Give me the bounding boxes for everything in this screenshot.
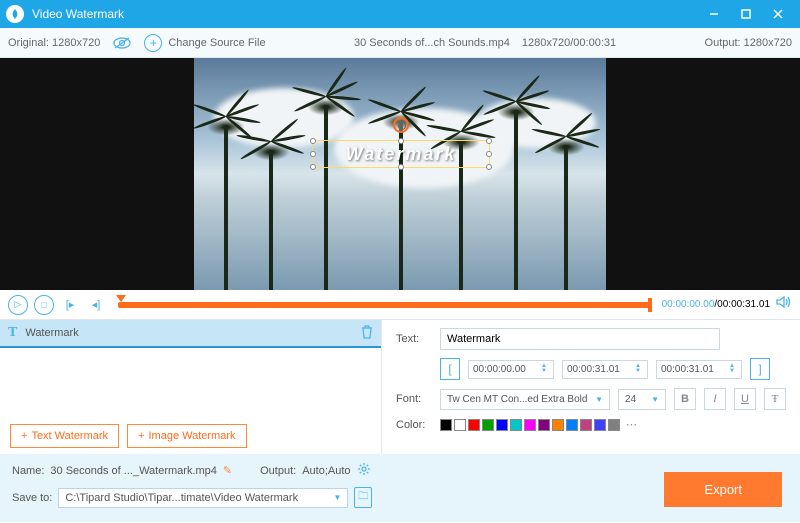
duration-input[interactable]: 00:00:31.01▲▼ xyxy=(656,360,742,379)
current-time: 00:00:00.00 xyxy=(662,299,715,310)
mark-in-button[interactable]: [▸ xyxy=(60,295,80,315)
change-source-label: Change Source File xyxy=(168,37,265,49)
browse-folder-icon[interactable]: 🗀 xyxy=(354,487,372,508)
output-label: Output: xyxy=(260,465,296,477)
color-swatch[interactable] xyxy=(524,419,536,431)
set-end-button[interactable]: ] xyxy=(750,358,770,380)
stop-button[interactable]: □ xyxy=(34,295,54,315)
footer: Name: 30 Seconds of ..._Watermark.mp4 ✎ … xyxy=(0,454,800,522)
resize-handle[interactable] xyxy=(398,164,404,170)
rotate-handle[interactable] xyxy=(393,117,409,133)
playback-bar: ▷ □ [▸ ◂] 00:00:00.00/00:00:31.01 xyxy=(0,290,800,320)
change-source-button[interactable]: + Change Source File xyxy=(144,34,265,52)
output-value: Auto;Auto xyxy=(302,465,350,477)
text-type-icon: T xyxy=(8,325,17,341)
resize-handle[interactable] xyxy=(310,151,316,157)
resize-handle[interactable] xyxy=(486,138,492,144)
start-time-input[interactable]: 00:00:00.00▲▼ xyxy=(468,360,554,379)
italic-button[interactable]: I xyxy=(704,388,726,410)
output-settings-icon[interactable] xyxy=(357,462,371,479)
time-display: 00:00:00.00/00:00:31.01 xyxy=(662,299,770,310)
color-swatch[interactable] xyxy=(580,419,592,431)
output-resolution: Output: 1280x720 xyxy=(705,37,792,49)
resize-handle[interactable] xyxy=(310,138,316,144)
titlebar: Video Watermark xyxy=(0,0,800,28)
more-colors-icon[interactable]: ⋯ xyxy=(626,418,637,431)
resize-handle[interactable] xyxy=(398,138,404,144)
underline-button[interactable]: U xyxy=(734,388,756,410)
toolbar: Original: 1280x720 + Change Source File … xyxy=(0,28,800,58)
timeline-slider[interactable] xyxy=(118,302,650,308)
bold-button[interactable]: B xyxy=(674,388,696,410)
video-preview: Watermark xyxy=(0,58,800,290)
watermark-overlay[interactable]: Watermark xyxy=(312,140,490,168)
color-swatch[interactable] xyxy=(594,419,606,431)
close-button[interactable] xyxy=(762,0,794,28)
resize-handle[interactable] xyxy=(310,164,316,170)
delete-watermark-icon[interactable] xyxy=(361,325,373,342)
toggle-preview-icon[interactable] xyxy=(110,37,134,49)
filename-label: 30 Seconds of...ch Sounds.mp4 xyxy=(354,37,510,49)
plus-icon: + xyxy=(144,34,162,52)
maximize-button[interactable] xyxy=(730,0,762,28)
watermark-item-label: Watermark xyxy=(25,327,78,339)
color-swatch[interactable] xyxy=(566,419,578,431)
video-frame[interactable]: Watermark xyxy=(194,58,606,290)
watermark-list-item[interactable]: T Watermark xyxy=(0,320,381,348)
color-swatch[interactable] xyxy=(608,419,620,431)
color-swatch[interactable] xyxy=(510,419,522,431)
set-start-button[interactable]: [ xyxy=(440,358,460,380)
color-swatch[interactable] xyxy=(538,419,550,431)
color-swatches: ⋯ xyxy=(440,418,637,431)
export-button[interactable]: Export xyxy=(664,472,782,507)
color-swatch[interactable] xyxy=(468,419,480,431)
total-time: 00:00:31.01 xyxy=(717,299,770,310)
save-path-select[interactable]: C:\Tipard Studio\Tipar...timate\Video Wa… xyxy=(58,488,348,508)
name-label: Name: xyxy=(12,465,44,477)
edit-name-icon[interactable]: ✎ xyxy=(223,464,232,477)
add-text-watermark-button[interactable]: +Text Watermark xyxy=(10,424,119,448)
color-swatch[interactable] xyxy=(482,419,494,431)
minimize-button[interactable] xyxy=(698,0,730,28)
plus-icon: + xyxy=(138,430,144,442)
resize-handle[interactable] xyxy=(486,164,492,170)
properties-panel: Text: [ 00:00:00.00▲▼ 00:00:31.01▲▼ 00:0… xyxy=(382,320,800,454)
resize-handle[interactable] xyxy=(486,151,492,157)
add-image-watermark-button[interactable]: +Image Watermark xyxy=(127,424,246,448)
saveto-label: Save to: xyxy=(12,492,52,504)
color-swatch[interactable] xyxy=(440,419,452,431)
color-swatch[interactable] xyxy=(552,419,564,431)
output-name: 30 Seconds of ..._Watermark.mp4 xyxy=(50,465,217,477)
font-size-select[interactable]: 24▼ xyxy=(618,389,666,410)
volume-icon[interactable] xyxy=(776,295,792,314)
color-label: Color: xyxy=(396,419,432,431)
plus-icon: + xyxy=(21,430,27,442)
watermark-list-panel: T Watermark +Text Watermark +Image Water… xyxy=(0,320,382,454)
original-resolution: Original: 1280x720 xyxy=(8,37,100,49)
app-logo xyxy=(6,5,24,23)
font-family-select[interactable]: Tw Cen MT Con...ed Extra Bold▼ xyxy=(440,389,610,410)
mark-out-button[interactable]: ◂] xyxy=(86,295,106,315)
play-button[interactable]: ▷ xyxy=(8,295,28,315)
watermark-text: Watermark xyxy=(346,144,457,165)
text-label: Text: xyxy=(396,333,432,345)
font-label: Font: xyxy=(396,393,432,405)
end-time-input[interactable]: 00:00:31.01▲▼ xyxy=(562,360,648,379)
color-swatch[interactable] xyxy=(454,419,466,431)
watermark-text-input[interactable] xyxy=(440,328,720,350)
strike-button[interactable]: Ŧ xyxy=(764,388,786,410)
app-title: Video Watermark xyxy=(32,7,698,21)
color-swatch[interactable] xyxy=(496,419,508,431)
mid-section: T Watermark +Text Watermark +Image Water… xyxy=(0,320,800,454)
file-info: 30 Seconds of...ch Sounds.mp4 1280x720/0… xyxy=(354,37,616,49)
dimensions-time-label: 1280x720/00:00:31 xyxy=(522,37,616,49)
